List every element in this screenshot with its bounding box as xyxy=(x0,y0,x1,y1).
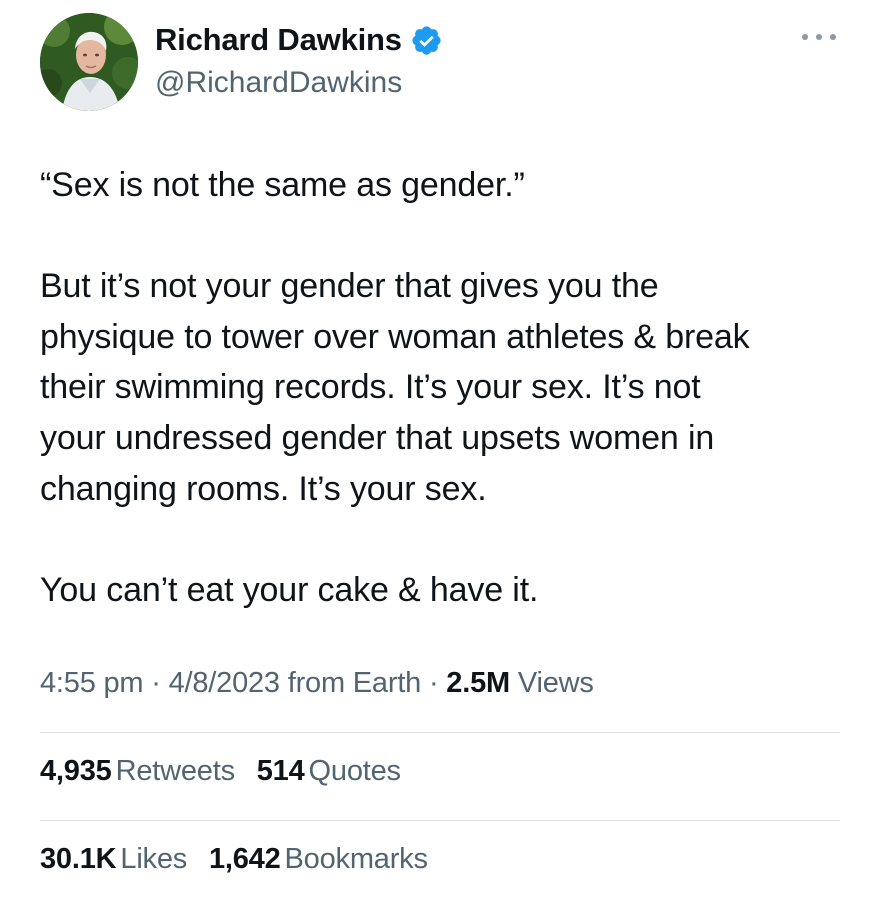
handle[interactable]: @RichardDawkins xyxy=(155,66,443,100)
display-name[interactable]: Richard Dawkins xyxy=(155,22,402,58)
tweet-source: from Earth xyxy=(287,667,422,699)
retweets-stat[interactable]: 4,935 Retweets xyxy=(40,755,235,788)
tweet-date[interactable]: 4/8/2023 xyxy=(169,667,280,699)
author-block: Richard Dawkins @RichardDawkins xyxy=(155,20,443,100)
avatar-image xyxy=(40,13,138,111)
bookmarks-count: 1,642 xyxy=(208,843,281,875)
retweets-count: 4,935 xyxy=(40,755,112,787)
tweet-time[interactable]: 4:55 pm xyxy=(40,667,144,699)
retweets-label: Retweets xyxy=(115,755,235,787)
tweet-card: Richard Dawkins @RichardDawkins “Sex is … xyxy=(0,0,882,900)
likes-label: Likes xyxy=(120,843,188,875)
views-count[interactable]: 2.5M xyxy=(446,667,510,699)
more-dot xyxy=(830,34,836,40)
tweet-line: But it’s not your gender that gives you … xyxy=(40,267,659,306)
more-options-icon[interactable] xyxy=(802,31,836,43)
tweet-line: You can’t eat your cake & have it. xyxy=(40,570,539,609)
tweet-line: changing rooms. It’s your sex. xyxy=(40,469,487,508)
stats-row-retweets-quotes: 4,935 Retweets 514 Quotes xyxy=(40,755,415,788)
more-dot xyxy=(802,34,808,40)
meta-separator: · xyxy=(428,667,439,699)
tweet-line: “Sex is not the same as gender.” xyxy=(40,166,525,204)
name-row: Richard Dawkins xyxy=(155,20,443,60)
tweet-line: physique to tower over woman athletes & … xyxy=(40,317,750,356)
quotes-count: 514 xyxy=(256,755,305,787)
likes-stat[interactable]: 30.1K Likes xyxy=(40,843,187,876)
meta-separator: · xyxy=(151,667,161,699)
tweet-line: their swimming records. It’s your sex. I… xyxy=(40,368,701,407)
tweet-text: “Sex is not the same as gender.” But it’… xyxy=(40,160,860,615)
stats-row-likes-bookmarks: 30.1K Likes 1,642 Bookmarks xyxy=(40,843,442,876)
quotes-label: Quotes xyxy=(308,755,402,787)
divider xyxy=(40,820,840,821)
bookmarks-stat[interactable]: 1,642 Bookmarks xyxy=(209,843,428,876)
more-dot xyxy=(816,34,822,40)
avatar[interactable] xyxy=(40,13,138,111)
divider xyxy=(40,732,840,733)
quotes-stat[interactable]: 514 Quotes xyxy=(257,755,401,788)
verified-badge-icon[interactable] xyxy=(410,24,443,57)
tweet-meta: 4:55 pm · 4/8/2023 from Earth · 2.5M Vie… xyxy=(40,667,594,700)
bookmarks-label: Bookmarks xyxy=(284,843,428,875)
likes-count: 30.1K xyxy=(40,843,117,875)
tweet-line: your undressed gender that upsets women … xyxy=(40,418,715,457)
views-label: Views xyxy=(517,667,594,699)
